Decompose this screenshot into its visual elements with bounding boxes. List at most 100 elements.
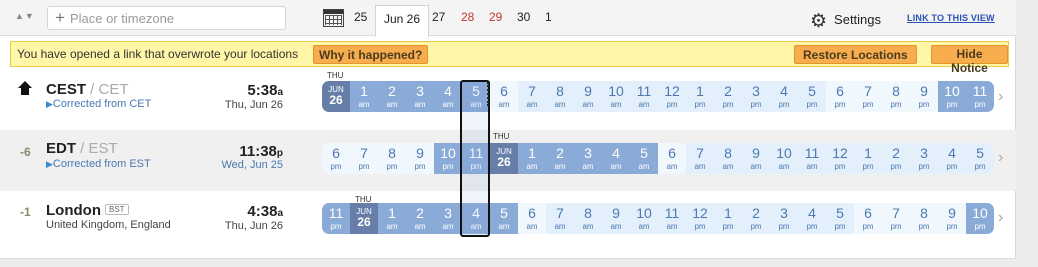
chevron-right-icon[interactable]: › <box>998 149 1003 167</box>
hour-cell[interactable]: 6 pm <box>854 203 882 234</box>
current-hour-highlight[interactable] <box>460 80 490 237</box>
hour-cell[interactable]: 6 am <box>490 81 518 112</box>
hour-cell[interactable]: 6 am <box>658 143 686 174</box>
hour-cell[interactable]: 9 am <box>602 203 630 234</box>
hour-cell[interactable]: 2 pm <box>742 203 770 234</box>
chevron-right-icon[interactable]: › <box>998 209 1003 227</box>
date-tab-1[interactable]: 1 <box>545 10 552 24</box>
restore-locations-button[interactable]: Restore Locations <box>794 45 917 64</box>
chevron-right-icon[interactable]: › <box>998 88 1003 106</box>
hour-cell[interactable]: 7 am <box>686 143 714 174</box>
date-tab-30[interactable]: 30 <box>517 10 530 24</box>
hour-cell[interactable]: 10 am <box>630 203 658 234</box>
hour-cell[interactable]: 7 am <box>546 203 574 234</box>
hide-notice-button[interactable]: Hide Notice <box>931 45 1008 75</box>
date-cell[interactable]: JUN 26 <box>490 143 518 174</box>
hour-ampm: am <box>554 162 566 171</box>
hour-cell[interactable]: 12 pm <box>686 203 714 234</box>
hour-cell[interactable]: 1 am <box>378 203 406 234</box>
hour-cell[interactable]: 11 pm <box>966 81 994 112</box>
date-tab-27[interactable]: 27 <box>432 10 445 24</box>
hour-cell[interactable]: 1 pm <box>714 203 742 234</box>
hour-cell[interactable]: 6 pm <box>322 143 350 174</box>
date-tab-25[interactable]: 25 <box>354 10 367 24</box>
hour-cell[interactable]: 10 pm <box>966 203 994 234</box>
why-it-happened-button[interactable]: Why it happened? <box>313 45 429 64</box>
date-tab-28[interactable]: 28 <box>461 10 474 24</box>
hour-cell[interactable]: 11 am <box>658 203 686 234</box>
date-cell[interactable]: JUN 26 <box>322 81 350 112</box>
search-input[interactable] <box>70 10 280 26</box>
hour-cell[interactable]: 11 am <box>630 81 658 112</box>
hour-cell[interactable]: 1 pm <box>854 143 882 174</box>
hour-cell[interactable]: 2 am <box>406 203 434 234</box>
hour-cell[interactable]: 12 pm <box>826 143 854 174</box>
hour-cell[interactable]: 1 am <box>518 143 546 174</box>
hour-cell[interactable]: 9 am <box>742 143 770 174</box>
hour-number: 9 <box>416 145 424 161</box>
hour-cell[interactable]: 9 pm <box>406 143 434 174</box>
hour-cell[interactable]: 9 am <box>574 81 602 112</box>
tz-name[interactable]: London BST <box>46 202 129 219</box>
hour-cell[interactable]: 8 am <box>714 143 742 174</box>
hour-cell[interactable]: 1 pm <box>686 81 714 112</box>
hour-cell[interactable]: 4 pm <box>798 203 826 234</box>
link-to-this-view[interactable]: LINK TO THIS VIEW <box>907 13 995 23</box>
tz-alt-name: / EST <box>76 140 118 157</box>
hour-cell[interactable]: 3 pm <box>770 203 798 234</box>
hour-cell[interactable]: 3 am <box>574 143 602 174</box>
hour-cell[interactable]: 4 pm <box>938 143 966 174</box>
hour-cell[interactable]: 7 pm <box>882 203 910 234</box>
hour-cell[interactable]: 9 pm <box>910 81 938 112</box>
hour-cell[interactable]: 8 pm <box>378 143 406 174</box>
tz-name[interactable]: EDT / EST <box>46 140 118 157</box>
date-tab-jun-26[interactable]: Jun 26 <box>375 5 430 37</box>
hour-cell[interactable]: 3 pm <box>742 81 770 112</box>
hour-cell[interactable]: 5 am <box>490 203 518 234</box>
date-cell[interactable]: JUN 26 <box>350 203 378 234</box>
hour-cell[interactable]: 8 pm <box>910 203 938 234</box>
hour-cell[interactable]: 11 pm <box>322 203 350 234</box>
hour-cell[interactable]: 2 am <box>378 81 406 112</box>
hour-cell[interactable]: 10 am <box>770 143 798 174</box>
hour-cell[interactable]: 3 am <box>434 203 462 234</box>
tz-name[interactable]: CEST / CET <box>46 81 129 98</box>
calendar-icon[interactable] <box>323 9 344 27</box>
sort-dropdown-icon[interactable]: ▲▼ <box>15 11 35 21</box>
hour-cell[interactable]: 1 am <box>350 81 378 112</box>
hour-cell[interactable]: 4 am <box>602 143 630 174</box>
hour-cell[interactable]: 7 am <box>518 81 546 112</box>
hour-cell[interactable]: 8 am <box>546 81 574 112</box>
hour-cell[interactable]: 7 pm <box>350 143 378 174</box>
hour-cell[interactable]: 6 pm <box>826 81 854 112</box>
hour-strip[interactable]: JUN 26 1 am 2 am 3 am 4 am 5 am 6 am 7 am 8 am 9 am 10 am 11 am… <box>322 81 994 112</box>
hour-cell[interactable]: 11 am <box>798 143 826 174</box>
hour-cell[interactable]: 2 am <box>546 143 574 174</box>
hour-strip[interactable]: 11 pm JUN 26 1 am 2 am 3 am 4 am 5 am 6 am 7 am 8 am 9 am 10 am… <box>322 203 994 234</box>
hour-number: 1 <box>388 205 396 221</box>
hour-cell[interactable]: 5 pm <box>826 203 854 234</box>
hour-cell[interactable]: 2 pm <box>714 81 742 112</box>
hour-cell[interactable]: 8 pm <box>882 81 910 112</box>
hour-cell[interactable]: 8 am <box>574 203 602 234</box>
hour-cell[interactable]: 6 am <box>518 203 546 234</box>
hour-cell[interactable]: 7 pm <box>854 81 882 112</box>
hour-cell[interactable]: 10 pm <box>938 81 966 112</box>
settings-button[interactable]: ⚙ Settings <box>810 10 881 33</box>
home-icon[interactable] <box>18 81 32 97</box>
hour-cell[interactable]: 5 am <box>630 143 658 174</box>
hour-strip[interactable]: 6 pm 7 pm 8 pm 9 pm 10 pm 11 pm JUN 26 1 am 2 am 3 am 4 am 5 am… <box>322 143 994 174</box>
hour-cell[interactable]: 10 am <box>602 81 630 112</box>
hour-cell[interactable]: 9 pm <box>938 203 966 234</box>
hour-cell[interactable]: 5 pm <box>966 143 994 174</box>
hour-cell[interactable]: 5 pm <box>798 81 826 112</box>
search-box[interactable]: + <box>47 6 286 30</box>
date-tab-29[interactable]: 29 <box>489 10 502 24</box>
hour-cell[interactable]: 3 pm <box>910 143 938 174</box>
hour-cell[interactable]: 12 pm <box>658 81 686 112</box>
hour-cell[interactable]: 3 am <box>406 81 434 112</box>
hour-cell[interactable]: 2 pm <box>882 143 910 174</box>
hour-cell[interactable]: 10 pm <box>434 143 462 174</box>
hour-cell[interactable]: 4 pm <box>770 81 798 112</box>
hour-cell[interactable]: 4 am <box>434 81 462 112</box>
